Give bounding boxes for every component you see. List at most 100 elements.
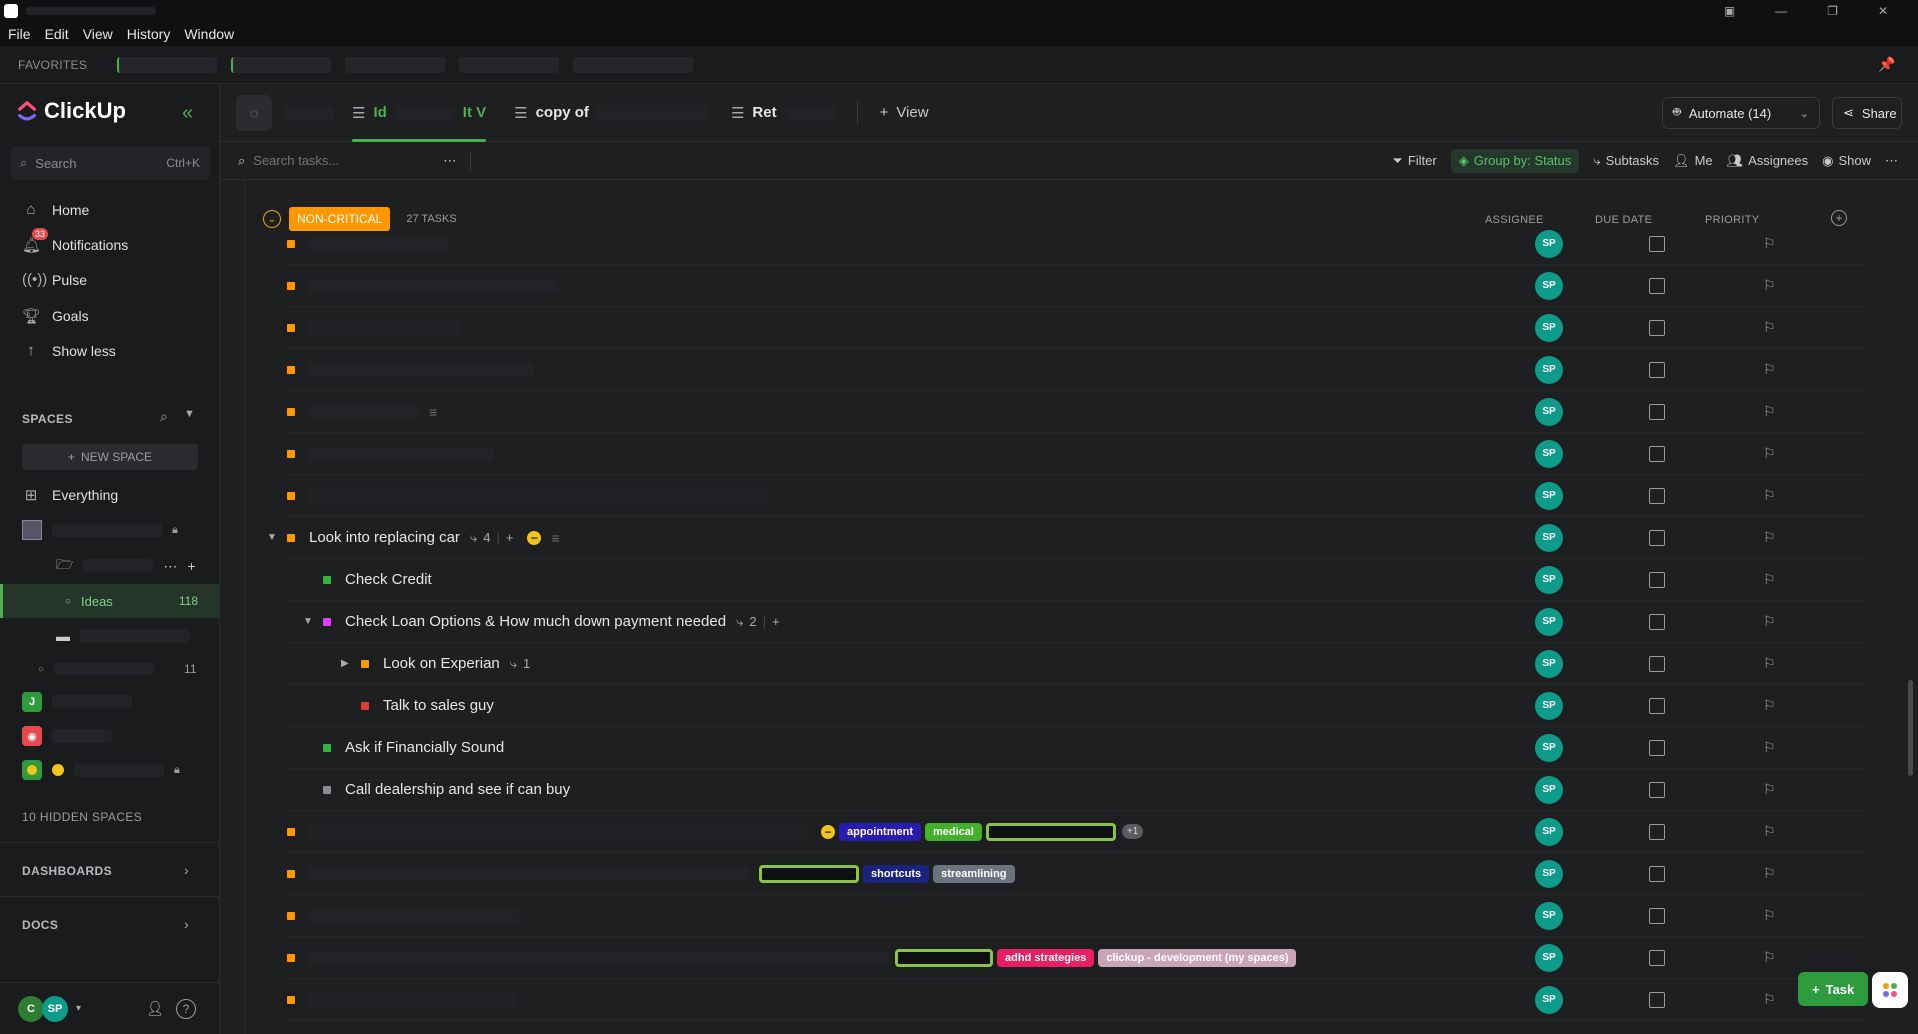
assignee-avatar[interactable]: SP — [1535, 859, 1563, 888]
flag-icon[interactable]: ⚐ — [1763, 235, 1776, 252]
assignee-avatar[interactable]: SP — [1535, 817, 1563, 846]
status-square[interactable] — [287, 281, 295, 290]
table-row[interactable]: SP ⚐ — [287, 475, 1867, 517]
table-row[interactable]: SP ⚐ — [287, 307, 1867, 349]
flag-icon[interactable]: ⚐ — [1763, 571, 1776, 588]
table-row[interactable]: Ask if Financially Sound SP ⚐ — [287, 727, 1867, 769]
tag-appointment[interactable]: appointment — [839, 822, 921, 841]
chevron-right-icon[interactable]: › — [184, 862, 189, 878]
status-square[interactable] — [287, 995, 295, 1004]
assignee-avatar[interactable]: SP — [1535, 775, 1563, 804]
status-square[interactable] — [361, 659, 369, 668]
chevron-down-icon[interactable]: ▼ — [184, 408, 195, 420]
add-view-button[interactable]: + View — [868, 84, 941, 142]
status-square[interactable] — [361, 701, 369, 710]
docs-header[interactable]: DOCS — [22, 918, 58, 932]
status-square[interactable] — [287, 449, 295, 458]
space-icon-button[interactable]: ◌ — [236, 94, 272, 131]
table-row[interactable]: SP ⚐ — [287, 265, 1867, 307]
table-row[interactable]: Check Credit SP ⚐ — [287, 559, 1867, 601]
close-icon[interactable]: ✕ — [1878, 0, 1888, 22]
flag-icon[interactable]: ⚐ — [1763, 361, 1776, 378]
new-space-button[interactable]: + NEW SPACE — [22, 444, 198, 470]
status-square[interactable] — [323, 785, 331, 794]
table-row[interactable]: adhd strategies clickup - development (m… — [287, 937, 1867, 979]
menu-window[interactable]: Window — [184, 26, 234, 42]
assignee-avatar[interactable]: SP — [1535, 481, 1563, 510]
share-button[interactable]: ⋖ Share — [1832, 97, 1902, 129]
assignee-avatar[interactable]: SP — [1535, 691, 1563, 720]
calendar-icon[interactable] — [1649, 949, 1665, 966]
flag-icon[interactable]: ⚐ — [1763, 487, 1776, 504]
flag-icon[interactable]: ⚐ — [1763, 403, 1776, 420]
nav-notifications[interactable]: 🔔︎ 33 Notifications — [22, 228, 128, 254]
show-button[interactable]: ◉ Show — [1822, 153, 1871, 169]
hidden-spaces[interactable]: 10 HIDDEN SPACES — [22, 810, 142, 824]
pin-icon[interactable]: 📌 — [1878, 56, 1896, 73]
calendar-icon[interactable] — [1649, 487, 1665, 504]
assignee-avatar[interactable]: SP — [1535, 943, 1563, 972]
nav-everything[interactable]: ⊞ Everything — [22, 486, 118, 504]
more-tags-badge[interactable]: +1 — [1121, 824, 1144, 839]
assignee-avatar[interactable]: SP — [1535, 313, 1563, 342]
task-name[interactable]: Look into replacing car — [309, 529, 460, 546]
subtask-count[interactable]: ⤷ 4 | + — [470, 530, 514, 546]
add-subtask-icon[interactable]: + — [772, 614, 780, 629]
status-square[interactable] — [287, 407, 295, 416]
flag-icon[interactable]: ⚐ — [1763, 319, 1776, 336]
subtask-count[interactable]: ⤷ 1 — [510, 656, 531, 672]
calendar-icon[interactable] — [1649, 991, 1665, 1008]
apps-icon[interactable] — [1872, 972, 1908, 1008]
calendar-icon[interactable] — [1649, 529, 1665, 546]
flag-icon[interactable]: ⚐ — [1763, 991, 1776, 1008]
task-search-input[interactable] — [253, 153, 434, 168]
assignee-avatar[interactable]: SP — [1535, 901, 1563, 930]
table-row[interactable]: SP ⚐ — [287, 223, 1867, 265]
assignee-avatar[interactable]: SP — [1535, 355, 1563, 384]
table-row[interactable]: ≡ SP ⚐ — [287, 391, 1867, 433]
flag-icon[interactable]: ⚐ — [1763, 277, 1776, 294]
workspace-avatar[interactable]: C — [18, 995, 44, 1022]
subtask-count[interactable]: ⤷ 2 | + — [736, 614, 780, 630]
add-icon[interactable]: + — [187, 558, 195, 574]
dashboards-header[interactable]: DASHBOARDS — [22, 864, 112, 878]
add-subtask-icon[interactable]: + — [506, 530, 514, 545]
calendar-icon[interactable] — [1649, 361, 1665, 378]
assignee-avatar[interactable]: SP — [1535, 439, 1563, 468]
assignee-avatar[interactable]: SP — [1535, 565, 1563, 594]
table-row[interactable]: shortcuts streamlining SP ⚐ — [287, 853, 1867, 895]
chevron-down-icon[interactable]: ▾ — [76, 1003, 81, 1014]
status-square[interactable] — [287, 953, 295, 962]
sidebar-item-ideas[interactable]: ○ Ideas 118 — [0, 584, 220, 618]
status-square[interactable] — [287, 365, 295, 374]
clickup-logo[interactable]: ClickUp — [16, 98, 126, 124]
user-avatar[interactable]: SP — [42, 995, 68, 1022]
assignee-avatar[interactable]: SP — [1535, 607, 1563, 636]
table-row[interactable]: Talk to sales guy SP ⚐ — [287, 685, 1867, 727]
favorite-item[interactable] — [231, 56, 332, 73]
status-square[interactable] — [323, 743, 331, 752]
assignee-avatar[interactable]: SP — [1535, 229, 1563, 258]
expand-subtasks-icon[interactable]: ▼ — [267, 532, 279, 543]
calendar-icon[interactable] — [1649, 823, 1665, 840]
tag-shortcuts[interactable]: shortcuts — [863, 864, 930, 883]
status-square[interactable] — [287, 533, 295, 542]
calendar-icon[interactable] — [1649, 571, 1665, 588]
task-name[interactable]: Check Credit — [345, 571, 432, 588]
space-item[interactable]: 🔒︎ — [22, 520, 178, 540]
task-name[interactable]: Call dealership and see if can buy — [345, 781, 570, 798]
menu-edit[interactable]: Edit — [45, 26, 69, 42]
tab-copy-of[interactable]: ☰ copy of — [502, 84, 719, 142]
tag-streamlining[interactable]: streamlining — [933, 864, 1015, 883]
calendar-icon[interactable] — [1649, 907, 1665, 924]
table-row[interactable]: SP ⚐ — [287, 433, 1867, 475]
me-button[interactable]: 👤︎ Me — [1673, 153, 1713, 169]
status-square[interactable] — [287, 911, 295, 920]
tag-redacted[interactable] — [895, 948, 993, 967]
table-row[interactable]: ▶ Look on Experian ⤷ 1 SP ⚐ — [287, 643, 1867, 685]
calendar-icon[interactable] — [1649, 781, 1665, 798]
favorite-item[interactable] — [459, 56, 560, 73]
table-row[interactable]: Call dealership and see if can buy SP ⚐ — [287, 769, 1867, 811]
calendar-icon[interactable] — [1649, 403, 1665, 420]
menu-history[interactable]: History — [127, 26, 171, 42]
